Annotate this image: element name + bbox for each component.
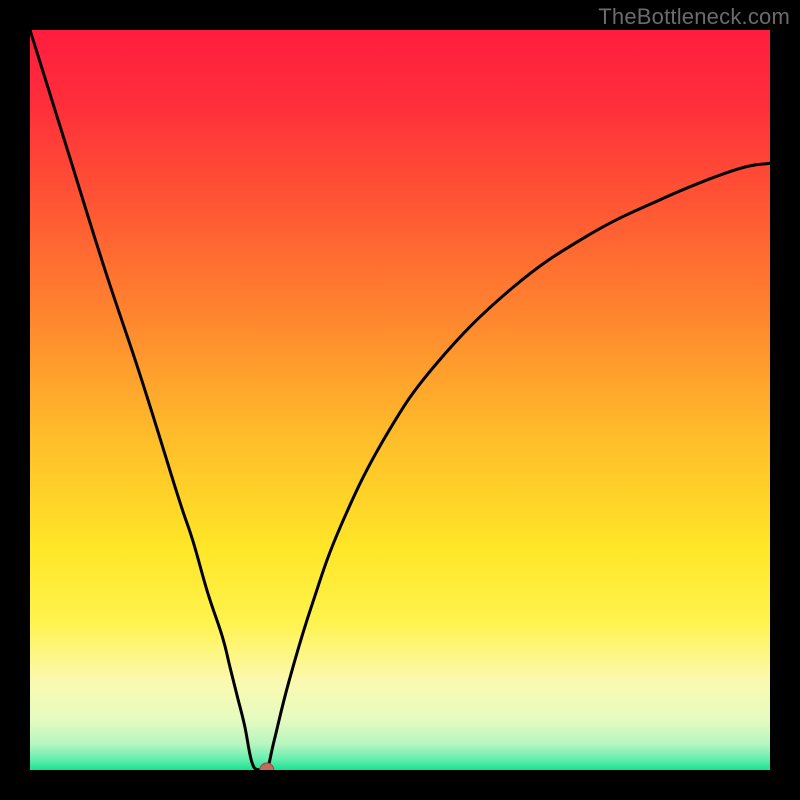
plot-area [30,30,770,770]
bottleneck-chart [30,30,770,770]
watermark-text: TheBottleneck.com [598,4,790,30]
heat-gradient-bg [30,30,770,770]
chart-frame: TheBottleneck.com [0,0,800,800]
